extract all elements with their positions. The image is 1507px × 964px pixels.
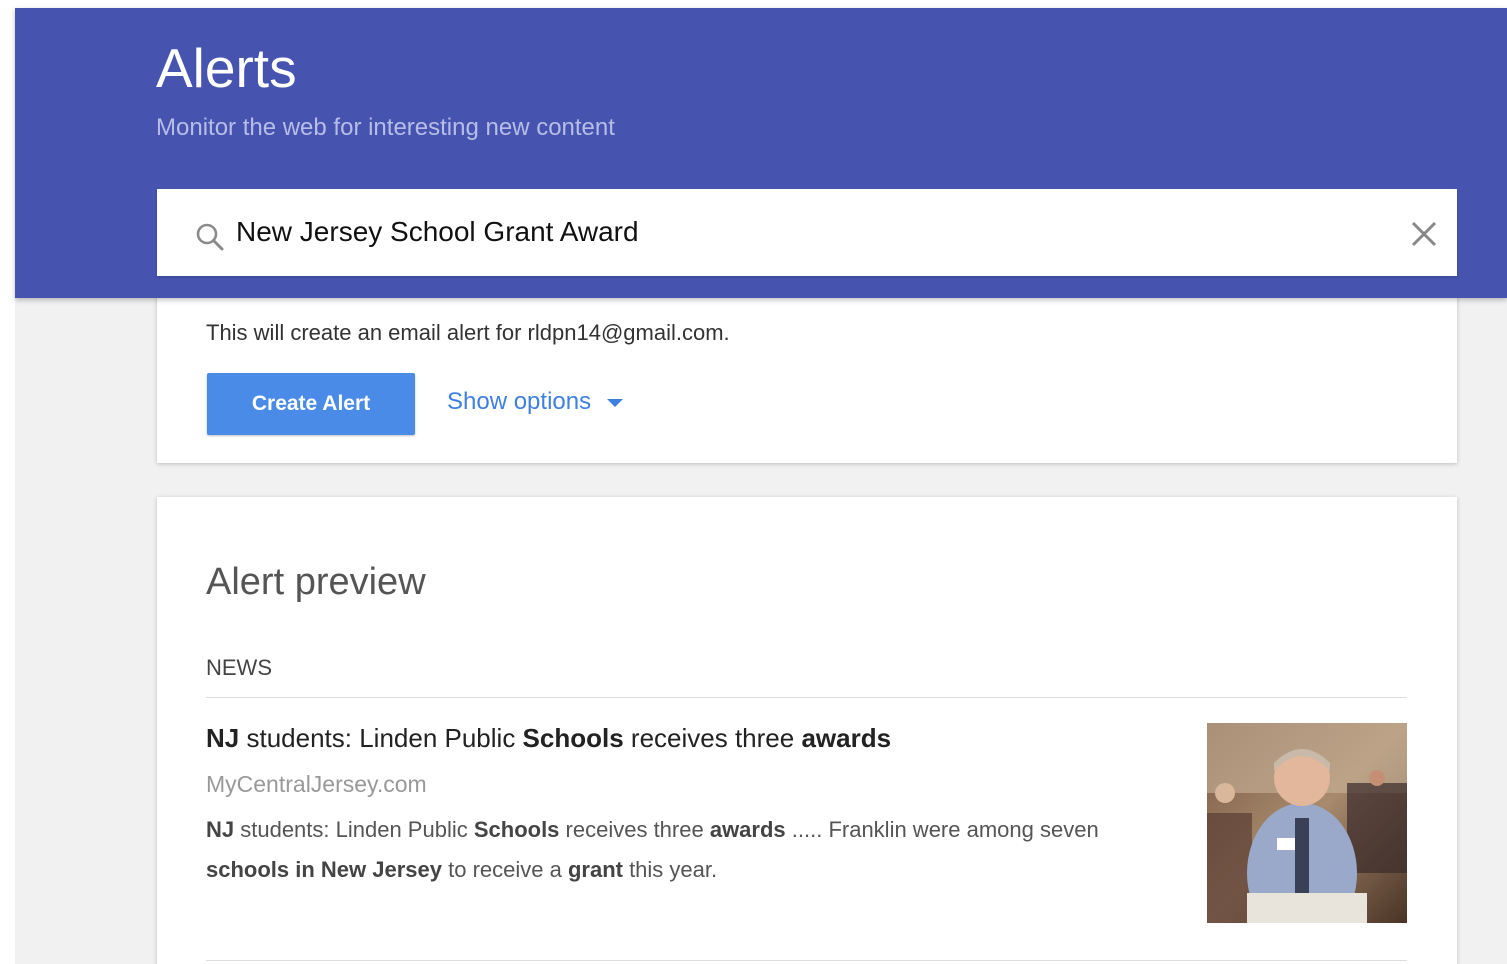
news-thumbnail-image[interactable] xyxy=(1207,723,1407,923)
section-label-news: NEWS xyxy=(206,655,272,680)
divider xyxy=(206,960,1407,961)
news-snippet-text: this year. xyxy=(622,857,718,882)
news-title-text: students: Linden Public xyxy=(239,723,523,753)
divider xyxy=(206,697,1407,698)
news-snippet-highlight: NJ xyxy=(206,817,235,842)
preview-title: Alert preview xyxy=(206,561,426,603)
email-note: This will create an email alert for rldp… xyxy=(206,320,730,345)
news-snippet: NJ students: Linden Public Schools recei… xyxy=(206,810,1166,890)
search-box[interactable] xyxy=(157,189,1457,276)
news-snippet-highlight: Schools xyxy=(473,817,560,842)
news-snippet-highlight: grant xyxy=(567,857,623,882)
news-snippet-highlight: awards xyxy=(709,817,786,842)
news-title-text: receives three xyxy=(623,723,802,753)
news-title-highlight: awards xyxy=(801,723,892,753)
news-photo-icon xyxy=(1207,723,1407,923)
page-title: Alerts xyxy=(156,37,297,99)
news-source: MyCentralJersey.com xyxy=(206,771,427,797)
news-title-highlight: NJ xyxy=(206,723,240,753)
header-bar: Alerts Monitor the web for interesting n… xyxy=(15,8,1507,298)
close-icon[interactable] xyxy=(1409,219,1439,249)
alert-preview-card: Alert preview NEWS NJ students: Linden P… xyxy=(157,497,1457,964)
search-input[interactable] xyxy=(236,211,1376,253)
page-subtitle: Monitor the web for interesting new cont… xyxy=(156,114,615,141)
show-options-link[interactable]: Show options xyxy=(447,388,624,416)
create-alert-button[interactable]: Create Alert xyxy=(207,373,415,435)
news-title-highlight: Schools xyxy=(522,723,624,753)
news-title-link[interactable]: NJ students: Linden Public Schools recei… xyxy=(206,723,891,754)
show-options-label: Show options xyxy=(447,388,592,415)
news-snippet-text: ..... Franklin were among seven xyxy=(785,817,1099,842)
news-snippet-text: receives three xyxy=(559,817,710,842)
caret-down-icon xyxy=(607,399,624,407)
news-item: NJ students: Linden Public Schools recei… xyxy=(206,723,1407,933)
create-alert-card: This will create an email alert for rldp… xyxy=(157,290,1457,463)
news-snippet-text: students: Linden Public xyxy=(234,817,474,842)
news-snippet-text: to receive a xyxy=(442,857,568,882)
news-snippet-highlight: schools in New Jersey xyxy=(206,857,442,882)
search-icon xyxy=(196,223,224,251)
page: Alerts Monitor the web for interesting n… xyxy=(0,0,1507,964)
